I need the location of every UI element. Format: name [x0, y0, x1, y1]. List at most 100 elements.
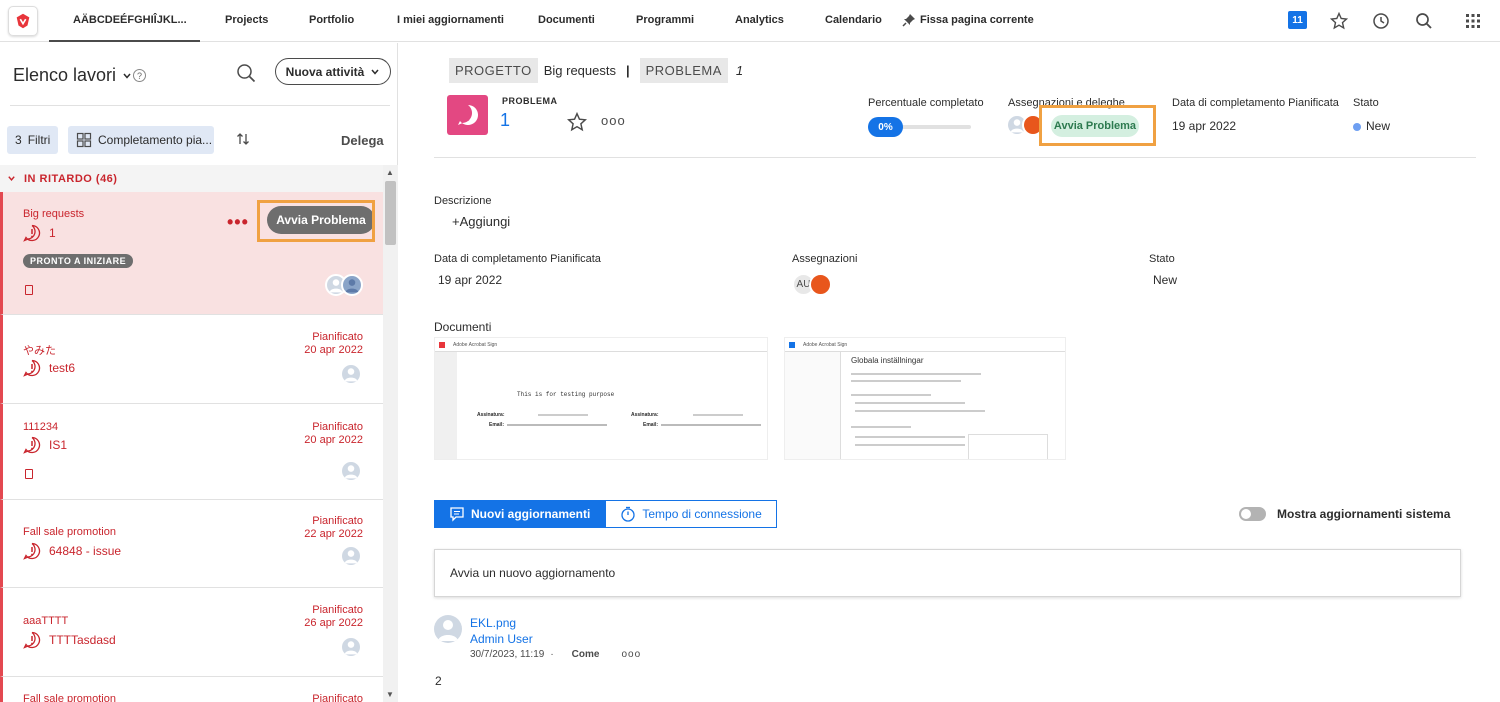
comment-icon: [450, 507, 464, 522]
start-issue-pill[interactable]: Avvia Problema: [1051, 115, 1139, 137]
nav-tab-current[interactable]: AÄBCDEÉFGHIÎJKL...: [73, 14, 187, 26]
sort-icon[interactable]: [236, 132, 250, 149]
planned-completion-value[interactable]: 19 apr 2022: [1172, 119, 1236, 133]
favorites-icon[interactable]: [1329, 11, 1349, 31]
update-file-link[interactable]: EKL.png: [470, 616, 516, 630]
card-project: やみた: [23, 345, 56, 357]
app-logo[interactable]: [8, 6, 38, 36]
list-item[interactable]: aaaTTTT TTTTasdasd Pianificato 26 apr 20…: [0, 588, 383, 677]
start-issue-button[interactable]: Avvia Problema: [267, 206, 375, 234]
timer-icon: [621, 506, 635, 522]
like-button[interactable]: Come: [572, 649, 600, 660]
update-meta: 30/7/2023, 11:19 · Come ooo: [470, 649, 641, 660]
workfront-logo-icon: [16, 13, 30, 29]
nav-calendar[interactable]: Calendario: [825, 14, 882, 26]
thumbnail-sidebar: [785, 352, 841, 459]
delegate-button[interactable]: Delega: [341, 133, 384, 148]
grouping-button[interactable]: Completamento pia...: [68, 126, 214, 154]
breadcrumb: PROGETTO Big requests | PROBLEMA 1: [449, 58, 743, 83]
nav-programs[interactable]: Programmi: [636, 14, 694, 26]
list-item-selected[interactable]: Big requests 1 PRONTO A INIZIARE ••• Avv…: [0, 192, 383, 315]
document-icon: [25, 285, 33, 295]
list-scrollbar[interactable]: ▲ ▼: [383, 165, 398, 702]
card-project: 111234: [23, 421, 59, 433]
thumbnail-line: [851, 426, 911, 428]
updates-tabs: Nuovi aggiornamenti Tempo di connessione: [434, 500, 777, 528]
system-updates-label: Mostra aggiornamenti sistema: [1277, 507, 1451, 521]
search-icon[interactable]: [1414, 11, 1434, 31]
work-list: IN RITARDO (46) Big requests 1 PRONTO A …: [0, 165, 383, 702]
system-updates-toggle[interactable]: [1239, 507, 1266, 521]
thumbnail-line: [851, 373, 981, 375]
notifications-badge[interactable]: 11: [1288, 11, 1307, 29]
card-name: 1: [23, 224, 56, 242]
group-header-late[interactable]: IN RITARDO (46): [0, 165, 383, 192]
new-update-input[interactable]: Avvia un nuovo aggiornamento: [434, 549, 1461, 597]
thumbnail-popup: [968, 434, 1048, 459]
new-task-button[interactable]: Nuova attività: [275, 58, 391, 85]
planned-completion-value[interactable]: 19 apr 2022: [438, 273, 502, 287]
more-options-icon[interactable]: •••: [227, 212, 249, 233]
status-value[interactable]: New: [1153, 273, 1177, 287]
work-list-title-text: Elenco lavori: [13, 65, 117, 85]
meta-separator: ·: [550, 649, 554, 660]
add-description-link[interactable]: +Aggiungi: [452, 214, 510, 229]
work-list-title[interactable]: Elenco lavori: [13, 65, 132, 86]
list-item[interactable]: Fall sale promotion 64848 - issue Pianif…: [0, 500, 383, 588]
nav-projects[interactable]: Projects: [225, 14, 268, 26]
tab-new-updates[interactable]: Nuovi aggiornamenti: [434, 500, 606, 528]
list-item[interactable]: Fall sale promotion Pianificato: [0, 677, 383, 702]
document-thumbnail[interactable]: Adobe Acrobat Sign Globala inställningar: [784, 337, 1066, 460]
avatar: [340, 460, 362, 482]
search-icon[interactable]: [236, 63, 256, 86]
card-date: 26 apr 2022: [304, 617, 363, 629]
card-status: Pianificato 20 apr 2022: [304, 421, 363, 447]
assignments-label: Assegnazioni e deleghe: [1008, 97, 1125, 109]
percent-complete-value[interactable]: 0%: [868, 117, 903, 137]
card-status-label: Pianificato: [312, 331, 363, 343]
pin-page-button[interactable]: Fissa pagina corrente: [902, 13, 1034, 27]
card-status-label: Pianificato: [312, 604, 363, 616]
star-icon[interactable]: [566, 111, 588, 135]
nav-documents[interactable]: Documenti: [538, 14, 595, 26]
nav-active-indicator: [49, 40, 200, 42]
thumbnail-line: [507, 424, 607, 426]
more-options-icon[interactable]: ooo: [601, 113, 626, 128]
history-icon[interactable]: [1371, 11, 1391, 31]
thumbnail-email: Email:: [489, 422, 505, 428]
tab-time-logged[interactable]: Tempo di connessione: [605, 500, 777, 528]
nav-analytics[interactable]: Analytics: [735, 14, 784, 26]
nav-my-updates[interactable]: I miei aggiornamenti: [397, 14, 504, 26]
thumbnail-line: [855, 436, 965, 438]
filters-button[interactable]: 3 Filtri: [7, 126, 59, 154]
issue-number[interactable]: 1: [500, 110, 510, 131]
new-update-placeholder: Avvia un nuovo aggiornamento: [450, 566, 616, 580]
apps-grid-icon[interactable]: [1463, 11, 1483, 31]
scroll-down-icon[interactable]: ▼: [386, 690, 394, 699]
planned-completion-label: Data di completamento Pianificata: [434, 253, 601, 265]
chevron-down-icon: [8, 176, 15, 181]
divider: [10, 105, 390, 106]
list-item[interactable]: やみた test6 Pianificato 20 apr 2022: [0, 315, 383, 404]
thumbnail-text: This is for testing purpose: [517, 391, 615, 398]
update-author-link[interactable]: Admin User: [470, 632, 533, 646]
card-date: 20 apr 2022: [304, 434, 363, 446]
nav-portfolio[interactable]: Portfolio: [309, 14, 354, 26]
assignees[interactable]: [1006, 114, 1046, 136]
card-date: 20 apr 2022: [304, 344, 363, 356]
thumbnail-signer: Assinatura:: [477, 412, 505, 418]
assignees[interactable]: AU: [792, 273, 836, 297]
card-project: aaaTTTT: [23, 615, 69, 627]
scroll-up-icon[interactable]: ▲: [386, 168, 394, 177]
breadcrumb-project-link[interactable]: Big requests: [544, 63, 616, 78]
document-thumbnail[interactable]: Adobe Acrobat Sign This is for testing p…: [434, 337, 768, 460]
card-project: Fall sale promotion: [23, 526, 116, 538]
tab-time-logged-label: Tempo di connessione: [642, 507, 762, 521]
scroll-thumb[interactable]: [385, 181, 396, 245]
list-item[interactable]: 111234 IS1 Pianificato 20 apr 2022: [0, 404, 383, 500]
documents-label: Documenti: [434, 320, 492, 334]
issue-icon: [23, 359, 41, 377]
help-icon[interactable]: ?: [133, 69, 146, 82]
status-value[interactable]: New: [1353, 119, 1390, 133]
more-options-icon[interactable]: ooo: [621, 649, 641, 660]
